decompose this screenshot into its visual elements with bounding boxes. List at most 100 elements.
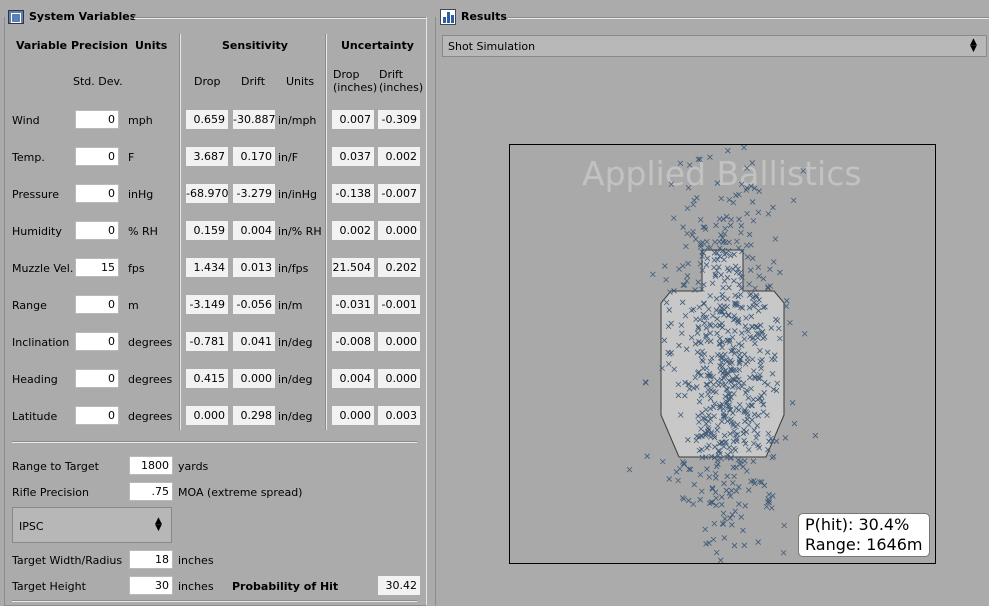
header-variable: Variable: [16, 39, 68, 52]
variable-name: Muzzle Vel.: [12, 262, 74, 275]
variable-unit: m: [128, 299, 139, 312]
uncertainty-drift: 0.003: [378, 406, 420, 425]
std-dev-input[interactable]: 0: [75, 147, 119, 166]
shot-marker: [680, 224, 686, 230]
shot-marker: [738, 229, 744, 236]
shot-marker: [719, 501, 725, 508]
shot-marker: [732, 508, 739, 515]
shot-marker: [801, 330, 808, 337]
view-select-arrows-icon: ▲ ▼: [970, 37, 977, 54]
variable-name: Humidity: [12, 225, 62, 238]
std-dev-input[interactable]: 0: [75, 369, 119, 388]
uncertainty-drop: 0.000: [332, 406, 374, 425]
phit-readout: P(hit): 30.4% Range: 1646m: [798, 513, 930, 557]
shot-marker: [721, 480, 727, 487]
sensitivity-drift: -0.056: [233, 295, 275, 314]
std-dev-input[interactable]: 0: [75, 332, 119, 351]
shot-marker: [752, 285, 758, 292]
shot-marker: [780, 549, 787, 556]
variable-name: Wind: [12, 114, 40, 127]
uncertainty-drift: -0.309: [378, 110, 420, 129]
shot-marker: [731, 473, 737, 480]
sensitivity-unit: in/deg: [278, 373, 313, 386]
shot-marker: [722, 225, 728, 232]
uncertainty-drop: -0.031: [332, 295, 374, 314]
std-dev-input[interactable]: 0: [75, 295, 119, 314]
shot-marker: [746, 281, 752, 287]
subheader-drift: Drift: [241, 75, 266, 88]
rifle-precision-input[interactable]: .75: [129, 482, 173, 501]
sensitivity-drift: 0.041: [233, 332, 275, 351]
std-dev-input[interactable]: 15: [75, 258, 119, 277]
shot-marker: [684, 230, 690, 237]
shot-marker: [697, 496, 703, 503]
sensitivity-drift: 0.298: [233, 406, 275, 425]
shot-marker: [697, 471, 704, 478]
target-type-value: IPSC: [19, 520, 44, 533]
shot-marker: [730, 199, 737, 206]
shot-marker: [736, 216, 742, 223]
target-height-input[interactable]: 30: [129, 576, 173, 595]
uncertainty-drift: 0.000: [378, 369, 420, 388]
std-dev-input[interactable]: 0: [75, 406, 119, 425]
range-to-target-input[interactable]: 1800: [129, 456, 173, 475]
view-select[interactable]: Shot Simulation ▲ ▼: [442, 35, 987, 57]
shot-marker: [722, 516, 728, 522]
std-dev-input[interactable]: 0: [75, 184, 119, 203]
shot-marker: [749, 199, 756, 205]
variable-unit: mph: [128, 114, 153, 127]
shot-marker: [747, 267, 754, 273]
shot-marker: [719, 494, 725, 500]
shot-marker: [709, 486, 716, 492]
shot-marker: [728, 487, 735, 494]
sensitivity-drift: -3.279: [233, 184, 275, 203]
sensitivity-drop: 0.159: [186, 221, 228, 240]
shot-marker: [731, 542, 738, 549]
shot-marker: [663, 276, 669, 283]
variable-name: Inclination: [12, 336, 70, 349]
variable-name: Range: [12, 299, 47, 312]
shot-marker: [720, 510, 727, 517]
shot-marker: [783, 298, 790, 304]
shot-marker: [717, 557, 724, 563]
variable-name: Latitude: [12, 410, 58, 423]
shot-marker: [770, 259, 777, 265]
sensitivity-drop: 0.415: [186, 369, 228, 388]
shot-simulation-plot: Applied Ballistics P(hit): 30.4% Range: …: [509, 144, 936, 564]
shot-marker: [705, 244, 711, 251]
target-type-select[interactable]: IPSC ▲ ▼: [12, 507, 172, 543]
shot-marker: [728, 216, 735, 223]
shot-marker: [743, 242, 750, 249]
shot-marker: [690, 201, 697, 208]
target-width-input[interactable]: 18: [129, 550, 173, 569]
shot-marker: [706, 474, 713, 480]
variable-unit: degrees: [128, 336, 173, 349]
target-width-unit: inches: [178, 554, 214, 567]
shot-marker: [740, 463, 746, 470]
variable-name: Pressure: [12, 188, 59, 201]
shot-marker: [685, 497, 692, 504]
shot-marker: [677, 465, 683, 472]
shot-marker: [699, 239, 706, 246]
variable-unit: inHg: [128, 188, 154, 201]
shot-marker: [767, 266, 773, 273]
sensitivity-drop: 1.434: [186, 258, 228, 277]
shot-marker: [676, 266, 682, 272]
shot-marker: [746, 231, 753, 238]
shot-marker: [738, 223, 745, 229]
shot-marker: [741, 145, 747, 151]
shot-marker: [768, 505, 775, 511]
shot-marker: [718, 195, 725, 202]
variable-unit: degrees: [128, 373, 173, 386]
shot-marker: [791, 420, 798, 427]
view-select-value: Shot Simulation: [448, 40, 536, 53]
shot-marker: [750, 458, 757, 465]
shot-marker: [723, 213, 730, 220]
std-dev-input[interactable]: 0: [75, 110, 119, 129]
shot-marker: [734, 238, 740, 245]
std-dev-input[interactable]: 0: [75, 221, 119, 240]
uncertainty-drop: -0.008: [332, 332, 374, 351]
variable-unit: degrees: [128, 410, 173, 423]
shot-marker: [766, 491, 772, 498]
shot-marker: [789, 400, 796, 406]
